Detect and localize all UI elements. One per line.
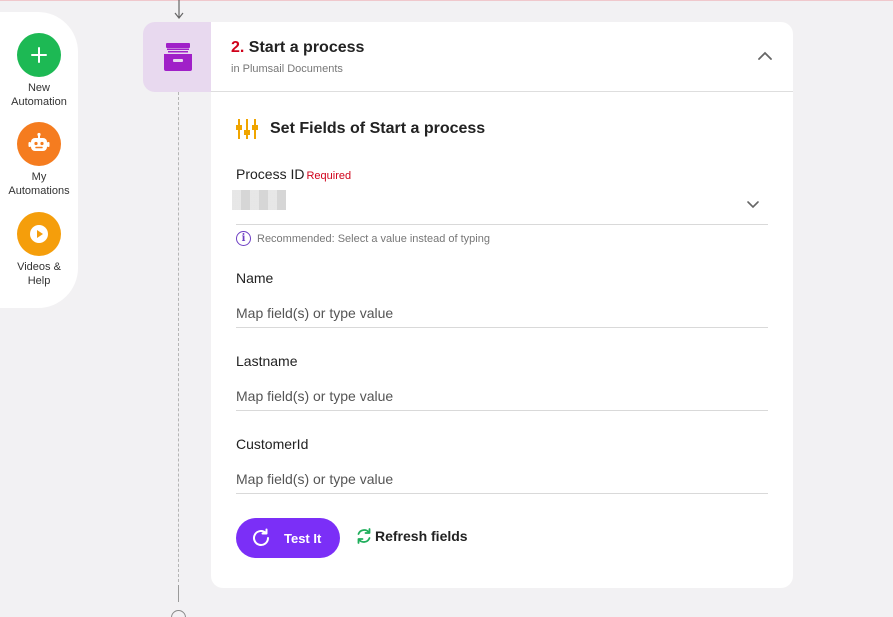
sidebar-item-label: My Automations [8, 171, 70, 197]
top-border [0, 0, 893, 1]
chevron-down-icon[interactable] [746, 200, 760, 210]
lastname-label: Lastname [236, 353, 298, 369]
sidebar-item-my-automations[interactable]: My Automations [0, 122, 78, 198]
plus-icon [17, 33, 61, 77]
step-header[interactable]: 2. Start a process in Plumsail Documents [211, 22, 793, 92]
sidebar-item-videos-help[interactable]: Videos & Help [0, 212, 78, 288]
step-title-text: Start a process [248, 39, 365, 56]
refresh-fields-button[interactable]: Refresh fields [356, 527, 468, 545]
sidebar: New Automation My Automations Videos & H… [0, 12, 78, 308]
customer-id-field: CustomerId [236, 436, 768, 494]
lastname-input[interactable] [236, 381, 768, 411]
step-card: 2. Start a process in Plumsail Documents… [211, 22, 793, 588]
flow-connector [178, 92, 179, 582]
test-it-button[interactable]: Test It [236, 518, 340, 558]
step-title: 2. Start a process [231, 39, 364, 57]
refresh-icon [356, 527, 372, 545]
arrow-down-icon [174, 0, 184, 19]
sidebar-item-label: Videos & Help [17, 261, 61, 287]
process-id-field: Process ID Required i Recommended: Select… [232, 166, 768, 246]
process-id-select[interactable] [232, 188, 768, 225]
refresh-circle-icon [250, 527, 272, 549]
add-step-icon[interactable] [171, 610, 186, 617]
sliders-icon [235, 118, 259, 140]
process-id-value-redacted [232, 190, 286, 210]
info-icon: i [236, 231, 251, 246]
section-title: Set Fields of Start a process [235, 118, 485, 140]
robot-icon [17, 122, 61, 166]
play-icon [17, 212, 61, 256]
sidebar-item-new-automation[interactable]: New Automation [0, 33, 78, 109]
lastname-field: Lastname [236, 353, 768, 411]
process-id-label: Process ID Required [236, 166, 352, 182]
customer-id-input[interactable] [236, 464, 768, 494]
chevron-up-icon[interactable] [757, 50, 773, 62]
customer-id-label: CustomerId [236, 436, 309, 452]
archive-box-icon [164, 43, 192, 71]
name-field: Name [236, 270, 768, 328]
sidebar-item-label: New Automation [11, 82, 67, 108]
app-tile [143, 22, 213, 92]
name-label: Name [236, 270, 274, 286]
step-subtitle: in Plumsail Documents [231, 63, 343, 75]
flow-connector-line [178, 585, 179, 602]
process-id-hint: i Recommended: Select a value instead of… [236, 231, 768, 246]
required-badge: Required [306, 170, 352, 182]
name-input[interactable] [236, 298, 768, 328]
step-number: 2. [231, 39, 245, 56]
section-title-text: Set Fields of Start a process [270, 120, 486, 137]
